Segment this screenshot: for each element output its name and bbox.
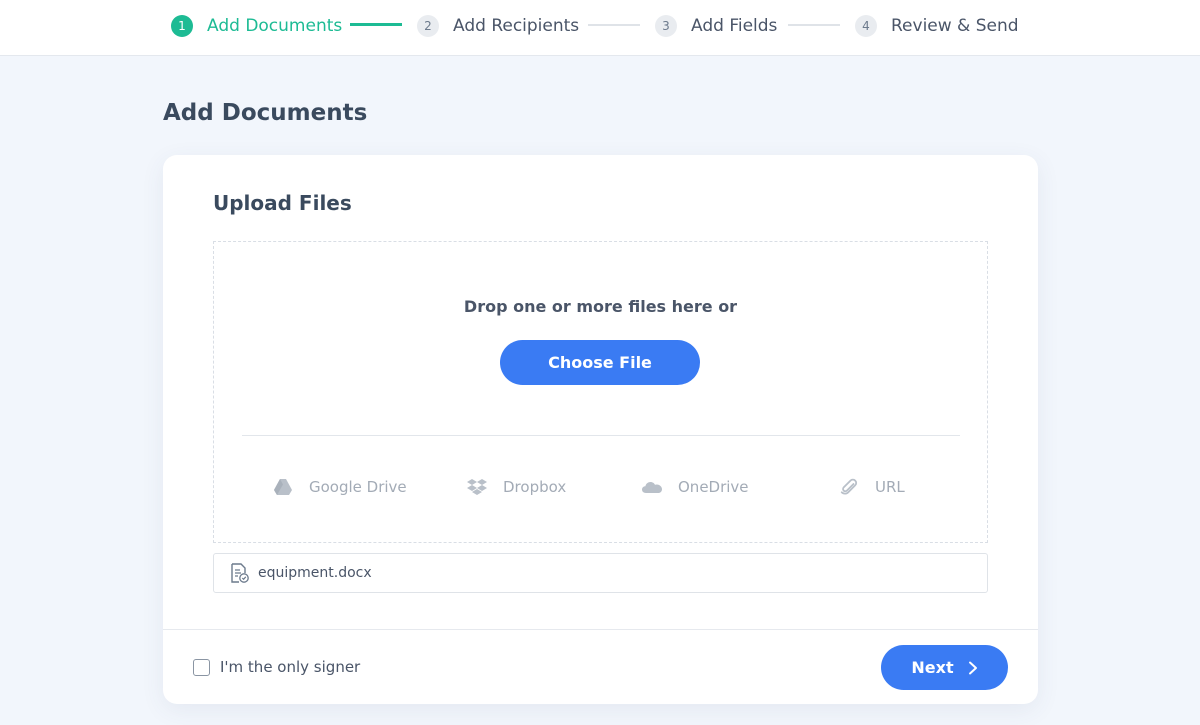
source-label: Google Drive <box>309 478 407 496</box>
onedrive-icon <box>642 482 662 493</box>
choose-file-button[interactable]: Choose File <box>500 340 700 385</box>
page-title: Add Documents <box>163 100 368 126</box>
file-dropzone[interactable]: Drop one or more files here or Choose Fi… <box>213 241 988 543</box>
step-number: 1 <box>171 15 193 37</box>
step-label: Review & Send <box>891 16 1019 36</box>
next-button[interactable]: Next <box>881 645 1008 690</box>
google-drive-icon <box>274 479 292 495</box>
paperclip-icon <box>840 478 858 495</box>
step-connector <box>788 24 840 26</box>
step-add-fields[interactable]: 3 Add Fields <box>655 14 777 38</box>
source-label: URL <box>875 478 905 496</box>
divider <box>242 435 960 436</box>
source-onedrive[interactable]: OneDrive <box>642 475 749 499</box>
footer-divider <box>163 629 1038 630</box>
drop-text: Drop one or more files here or <box>463 297 738 316</box>
step-number: 2 <box>417 15 439 37</box>
step-label: Add Recipients <box>453 16 580 36</box>
step-add-documents[interactable]: 1 Add Documents <box>171 14 342 38</box>
source-google-drive[interactable]: Google Drive <box>273 475 407 499</box>
document-icon <box>231 563 249 583</box>
step-label: Add Documents <box>207 16 343 36</box>
source-label: Dropbox <box>503 478 567 496</box>
chevron-right-icon <box>968 661 977 674</box>
next-button-label: Next <box>911 658 954 677</box>
step-label: Add Fields <box>691 16 778 36</box>
step-review-send[interactable]: 4 Review & Send <box>855 14 1019 38</box>
source-label: OneDrive <box>678 478 749 496</box>
step-number: 4 <box>855 15 877 37</box>
upload-card: Upload Files Drop one or more files here… <box>163 155 1038 704</box>
source-dropbox[interactable]: Dropbox <box>467 475 566 499</box>
only-signer-option[interactable]: I'm the only signer <box>193 658 360 676</box>
upload-title: Upload Files <box>213 191 352 215</box>
step-add-recipients[interactable]: 2 Add Recipients <box>417 14 579 38</box>
file-list-item[interactable]: equipment.docx <box>213 553 988 593</box>
stepper-bar: 1 Add Documents 2 Add Recipients 3 Add F… <box>0 0 1200 56</box>
only-signer-checkbox[interactable] <box>193 658 210 676</box>
step-number: 3 <box>655 15 677 37</box>
only-signer-label[interactable]: I'm the only signer <box>220 658 360 676</box>
dropbox-icon <box>467 479 487 495</box>
file-name: equipment.docx <box>258 565 372 581</box>
step-connector <box>588 24 640 26</box>
step-connector <box>350 23 402 26</box>
source-url[interactable]: URL <box>839 475 905 499</box>
